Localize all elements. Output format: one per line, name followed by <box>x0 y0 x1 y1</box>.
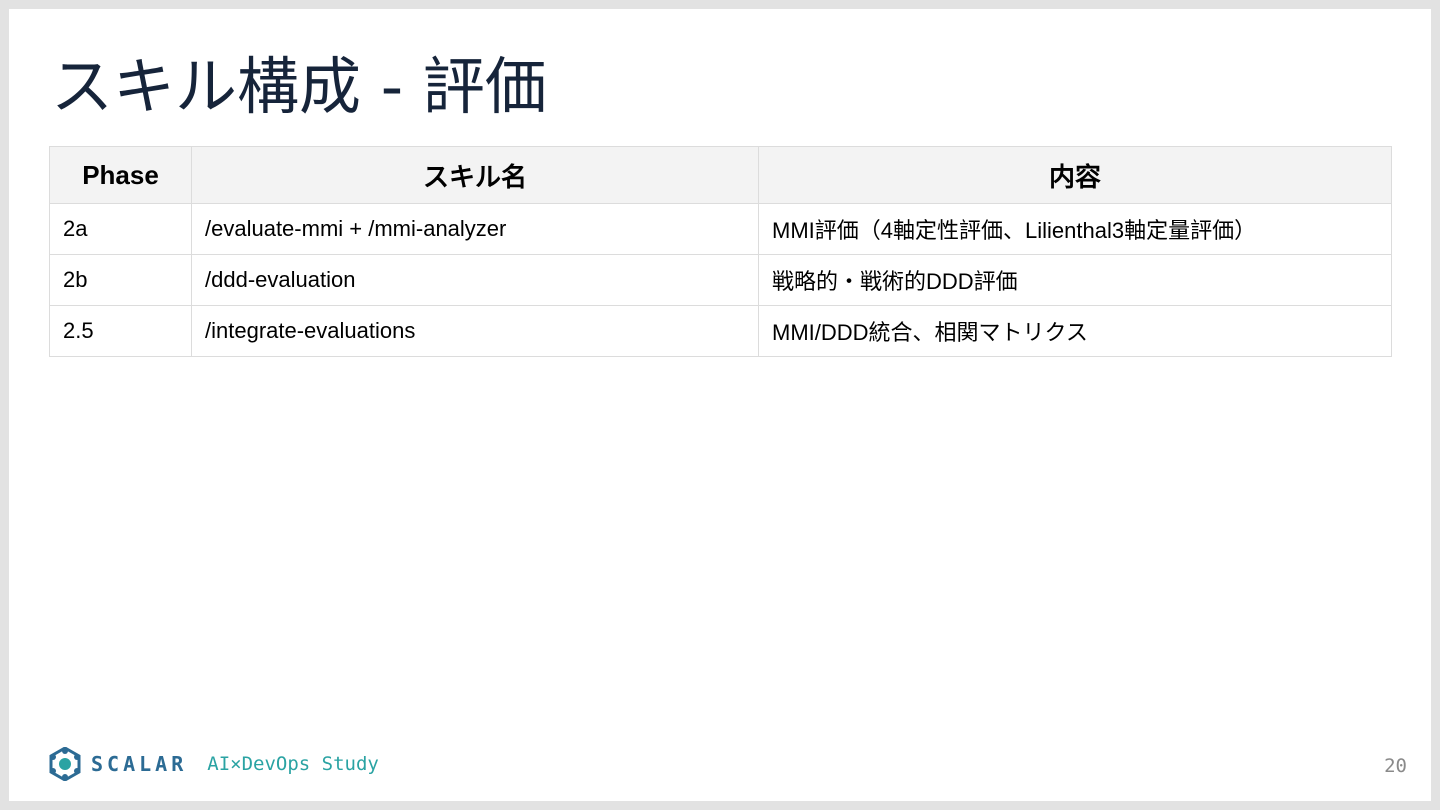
cell-content: 戦略的・戦術的DDD評価 <box>758 254 1392 306</box>
cell-phase: 2.5 <box>49 305 192 357</box>
study-label: AI×DevOps Study <box>207 753 379 775</box>
cell-phase: 2a <box>49 203 192 255</box>
footer-branding: SCALAR AI×DevOps Study <box>48 747 379 781</box>
scalar-logo-icon <box>49 747 81 781</box>
header-skill-name: スキル名 <box>191 146 759 204</box>
cell-content: MMI評価（4軸定性評価、Lilienthal3軸定量評価） <box>758 203 1392 255</box>
table-row: 2a /evaluate-mmi + /mmi-analyzer MMI評価（4… <box>49 203 1392 255</box>
page-number: 20 <box>1384 755 1407 777</box>
skills-table: Phase スキル名 内容 2a /evaluate-mmi + /mmi-an… <box>49 146 1392 357</box>
table-row: 2b /ddd-evaluation 戦略的・戦術的DDD評価 <box>49 254 1392 306</box>
cell-content: MMI/DDD統合、相関マトリクス <box>758 305 1392 357</box>
slide: スキル構成 - 評価 Phase スキル名 内容 2a /evaluate-mm… <box>9 9 1431 801</box>
logo-wordmark: SCALAR <box>91 752 188 776</box>
cell-skill-name: /integrate-evaluations <box>191 305 759 357</box>
header-phase: Phase <box>49 146 192 204</box>
header-content: 内容 <box>758 146 1392 204</box>
cell-phase: 2b <box>49 254 192 306</box>
table-row: 2.5 /integrate-evaluations MMI/DDD統合、相関マ… <box>49 305 1392 357</box>
cell-skill-name: /ddd-evaluation <box>191 254 759 306</box>
slide-title: スキル構成 - 評価 <box>51 50 547 123</box>
cell-skill-name: /evaluate-mmi + /mmi-analyzer <box>191 203 759 255</box>
table-header-row: Phase スキル名 内容 <box>49 146 1392 204</box>
